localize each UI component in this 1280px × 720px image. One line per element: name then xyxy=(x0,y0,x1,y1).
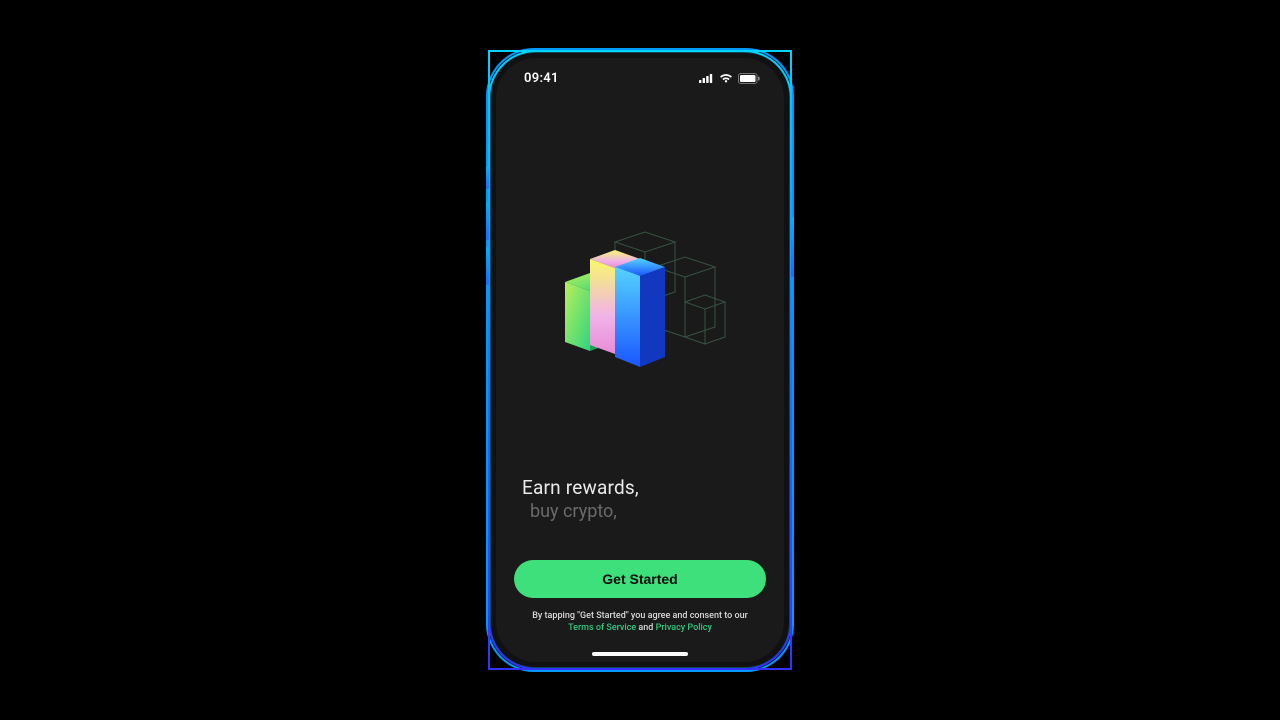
phone-frame: 09:41 xyxy=(488,50,792,670)
battery-icon xyxy=(738,73,760,84)
privacy-policy-link[interactable]: Privacy Policy xyxy=(656,623,712,633)
onboarding-content: Earn rewards, buy crypto, Get Started By… xyxy=(496,98,784,662)
phone-volume-down-button xyxy=(486,247,489,285)
status-indicators xyxy=(699,73,760,84)
phone-power-button xyxy=(791,217,794,277)
get-started-button[interactable]: Get Started xyxy=(514,560,766,598)
status-time: 09:41 xyxy=(524,71,559,86)
headlines: Earn rewards, buy crypto, xyxy=(514,476,766,522)
headline-primary: Earn rewards, xyxy=(522,476,758,499)
legal-and: and xyxy=(636,623,655,633)
terms-of-service-link[interactable]: Terms of Service xyxy=(568,623,636,633)
phone-volume-up-button xyxy=(486,202,489,240)
home-indicator[interactable] xyxy=(592,652,688,656)
headline-secondary: buy crypto, xyxy=(522,501,758,522)
legal-text: By tapping "Get Started" you agree and c… xyxy=(514,610,766,634)
phone-mute-switch xyxy=(486,167,489,189)
rewards-illustration xyxy=(514,128,766,476)
wifi-icon xyxy=(719,73,733,83)
status-bar: 09:41 xyxy=(496,58,784,98)
screen: 09:41 xyxy=(496,58,784,662)
cellular-signal-icon xyxy=(699,73,714,83)
legal-prefix: By tapping "Get Started" you agree and c… xyxy=(532,611,748,621)
